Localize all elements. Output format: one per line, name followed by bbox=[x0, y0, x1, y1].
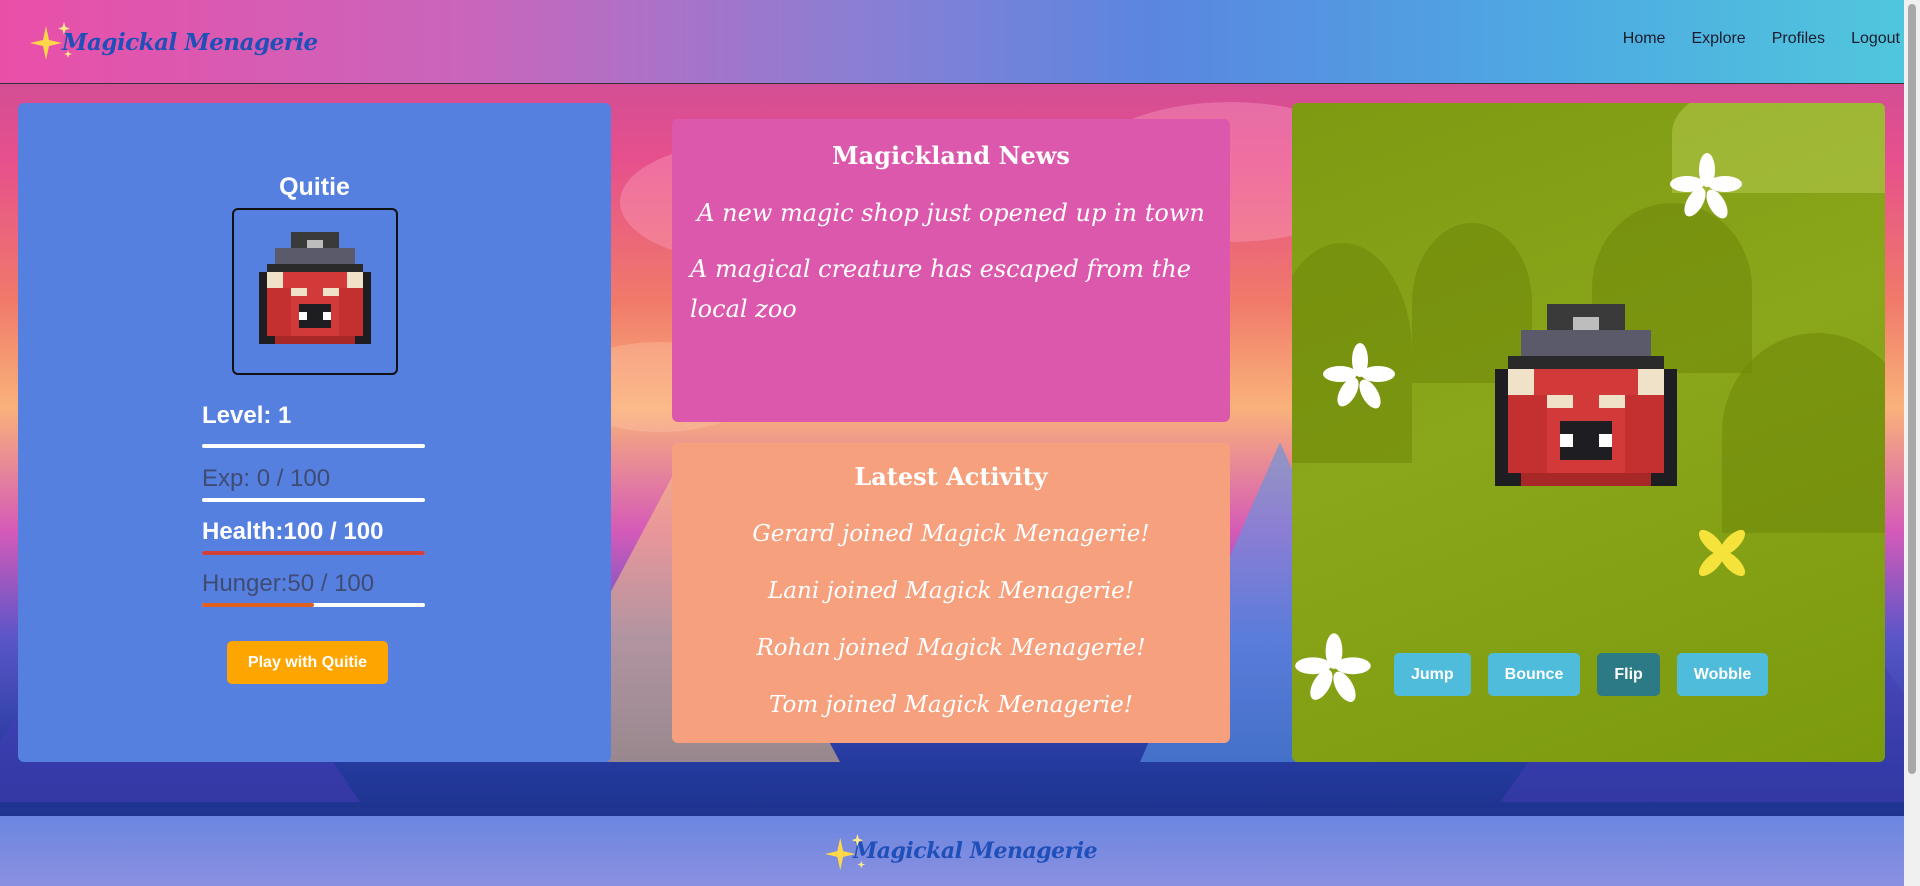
activity-item: Rohan joined Magick Menagerie! bbox=[756, 635, 1146, 661]
level-bar bbox=[202, 444, 425, 448]
play-with-pet-button[interactable]: Play with Quitie bbox=[227, 641, 388, 684]
wobble-button[interactable]: Wobble bbox=[1676, 653, 1769, 696]
footer-brand[interactable]: Magickal Menagerie bbox=[823, 833, 1098, 871]
nav-explore-link[interactable]: Explore bbox=[1691, 30, 1745, 48]
pet-sprite-icon bbox=[259, 231, 371, 344]
news-title: Magickland News bbox=[832, 141, 1070, 170]
nav-logout-link[interactable]: Logout bbox=[1851, 30, 1900, 48]
nav-links: Home Explore Profiles Logout bbox=[1623, 30, 1900, 48]
news-panel: Magickland News A new magic shop just op… bbox=[672, 119, 1230, 422]
pet-playground-panel: Jump Bounce Flip Wobble bbox=[1292, 103, 1885, 762]
top-navbar: Magickal Menagerie Home Explore Profiles… bbox=[0, 0, 1920, 84]
health-label: Health:100 / 100 bbox=[202, 518, 384, 545]
news-item: A magical creature has escaped from the … bbox=[690, 255, 1191, 323]
level-label: Level: 1 bbox=[202, 402, 292, 429]
flower-icon bbox=[1295, 633, 1371, 702]
bounce-button[interactable]: Bounce bbox=[1487, 653, 1581, 696]
flower-icon bbox=[1670, 153, 1742, 219]
exp-bar bbox=[202, 498, 425, 502]
activity-item: Gerard joined Magick Menagerie! bbox=[752, 521, 1150, 547]
brand-logo[interactable]: Magickal Menagerie bbox=[28, 16, 318, 68]
exp-label: Exp: 0 / 100 bbox=[202, 465, 331, 492]
hunger-bar-fill bbox=[202, 603, 314, 607]
activity-title: Latest Activity bbox=[854, 462, 1048, 491]
jump-button[interactable]: Jump bbox=[1394, 653, 1471, 696]
scrollbar-thumb[interactable] bbox=[1908, 4, 1916, 774]
activity-item: Tom joined Magick Menagerie! bbox=[768, 692, 1133, 718]
nav-home-link[interactable]: Home bbox=[1623, 30, 1666, 48]
flip-button[interactable]: Flip bbox=[1597, 653, 1660, 696]
activity-item: Lani joined Magick Menagerie! bbox=[768, 578, 1134, 604]
health-bar bbox=[202, 551, 425, 555]
footer: Magickal Menagerie bbox=[0, 816, 1920, 886]
pet-avatar-frame bbox=[232, 208, 398, 375]
activity-panel: Latest Activity Gerard joined Magick Men… bbox=[672, 443, 1230, 743]
nav-profiles-link[interactable]: Profiles bbox=[1772, 30, 1825, 48]
flower-icon bbox=[1323, 343, 1395, 409]
news-item: A new magic shop just opened up in town bbox=[697, 199, 1205, 227]
pet-status-panel: Quitie Level: 1 Exp: 0 / 100 Health:100 … bbox=[18, 103, 611, 762]
hunger-bar bbox=[202, 603, 425, 607]
flower-icon bbox=[1698, 529, 1746, 577]
pet-sprite-icon bbox=[1495, 304, 1677, 486]
page-scrollbar[interactable] bbox=[1904, 0, 1920, 886]
pet-action-buttons: Jump Bounce Flip Wobble bbox=[1394, 653, 1769, 696]
pet-name: Quitie bbox=[279, 173, 350, 201]
brand-name: Magickal Menagerie bbox=[62, 28, 318, 56]
sparkle-icon bbox=[30, 22, 72, 60]
footer-brand-name: Magickal Menagerie bbox=[852, 838, 1098, 864]
health-bar-fill bbox=[202, 551, 425, 555]
sparkle-icon bbox=[824, 833, 865, 871]
hunger-label: Hunger:50 / 100 bbox=[202, 570, 375, 597]
